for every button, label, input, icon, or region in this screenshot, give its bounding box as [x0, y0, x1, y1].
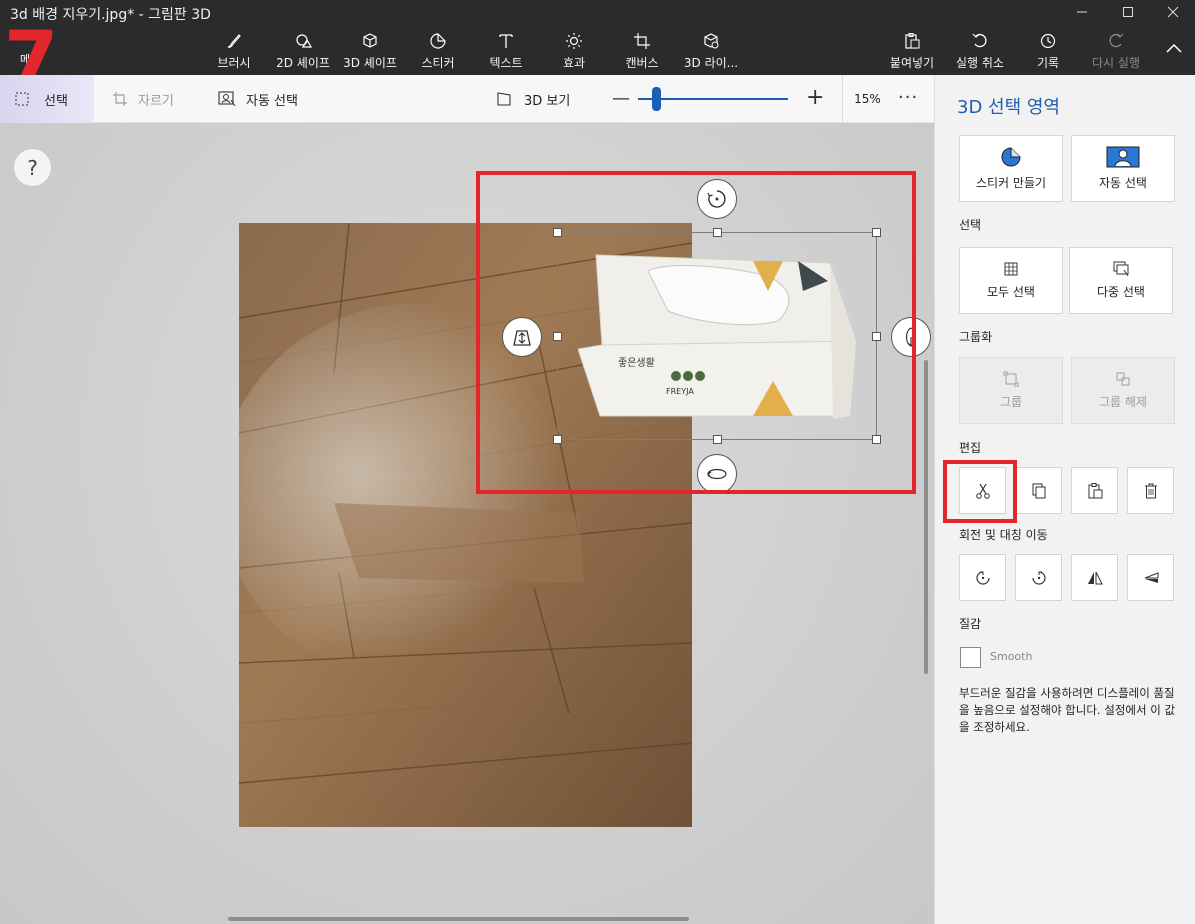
flip-horizontal-icon — [1087, 571, 1103, 584]
select-section-title: 선택 — [959, 218, 982, 232]
paste-button[interactable]: 붙여넣기 — [886, 32, 938, 72]
group-button[interactable]: 그룹 — [959, 357, 1063, 424]
rotate-left-button[interactable] — [959, 554, 1006, 601]
auto-select-card[interactable]: 자동 선택 — [1071, 135, 1175, 202]
more-options-button[interactable]: ··· — [898, 87, 918, 108]
canvas-icon — [634, 33, 650, 49]
copy-icon — [1032, 483, 1045, 498]
texture-section-title: 질감 — [959, 617, 982, 631]
horizontal-scrollbar[interactable] — [228, 917, 689, 921]
zoom-in-button[interactable]: + — [806, 85, 824, 110]
library-3d-icon — [704, 33, 719, 49]
copy-button[interactable] — [1015, 467, 1062, 514]
tool-effects[interactable]: 효과 — [554, 32, 594, 72]
side-panel: 3D 선택 영역 스티커 만들기 자동 선택 선택 모두 선택 다중 선택 그룹… — [934, 75, 1195, 924]
close-button[interactable] — [1150, 0, 1195, 24]
minimize-button[interactable] — [1059, 0, 1105, 24]
smooth-label: Smooth — [990, 650, 1033, 663]
rotate-right-icon — [1031, 570, 1046, 585]
tool-text[interactable]: 텍스트 — [486, 32, 526, 72]
shapes-2d-icon — [296, 34, 312, 48]
select-label: 선택 — [44, 93, 68, 109]
history-button[interactable]: 기록 — [1030, 32, 1066, 72]
minimize-icon — [1077, 11, 1087, 13]
select-all-button[interactable]: 모두 선택 — [959, 247, 1063, 314]
tool-3d-library[interactable]: 3D 라이... — [682, 32, 740, 72]
flip-horizontal-button[interactable] — [1071, 554, 1118, 601]
rotate-left-icon — [975, 570, 990, 585]
canvas-area[interactable]: ? 좋은생활 FREYJA — [0, 123, 934, 924]
ungroup-icon — [1116, 372, 1130, 386]
paste-panel-button[interactable] — [1071, 467, 1118, 514]
cube-icon — [363, 33, 377, 48]
make-sticker-button[interactable]: 스티커 만들기 — [959, 135, 1063, 202]
redo-button[interactable]: 다시 실행 — [1088, 32, 1144, 72]
title-ribbon-bar: 3d 배경 지우기.jpg* - 그림판 3D 메뉴 브러시 2D 셰이프 3D… — [0, 0, 1195, 100]
paste-icon — [905, 33, 920, 49]
selection-toolbar: 선택 자르기 자동 선택 3D 보기 — + 15% ··· — [0, 75, 934, 123]
undo-icon — [972, 33, 987, 48]
auto-select-button[interactable]: 자동 선택 — [218, 75, 298, 123]
tool-canvas[interactable]: 캔버스 — [620, 32, 664, 72]
auto-select-icon — [218, 91, 236, 107]
sticker-icon — [430, 33, 446, 49]
highlight-cut-annotation — [943, 460, 1017, 523]
group-section-title: 그룹화 — [959, 330, 993, 344]
view-3d-button[interactable]: 3D 보기 — [496, 75, 570, 123]
flip-vertical-button[interactable] — [1127, 554, 1174, 601]
multi-select-button[interactable]: 다중 선택 — [1069, 247, 1173, 314]
zoom-slider-thumb[interactable] — [652, 87, 661, 111]
crop-button[interactable]: 자르기 — [112, 75, 174, 123]
delete-button[interactable] — [1127, 467, 1174, 514]
history-icon — [1040, 33, 1056, 49]
text-icon — [499, 34, 513, 48]
panel-title: 3D 선택 영역 — [957, 97, 1060, 118]
rotate-section-title: 회전 및 대칭 이동 — [959, 528, 1048, 542]
multi-select-icon — [1113, 261, 1129, 277]
tool-brush[interactable]: 브러시 — [214, 32, 254, 72]
auto-select-icon — [1106, 146, 1140, 168]
brush-icon — [227, 34, 241, 48]
select-all-icon — [1004, 262, 1018, 276]
highlight-selection-annotation — [476, 171, 916, 494]
zoom-out-button[interactable]: — — [612, 88, 630, 109]
zoom-value[interactable]: 15% — [842, 75, 892, 123]
select-tool-button[interactable]: 선택 — [0, 75, 94, 123]
tool-sticker[interactable]: 스티커 — [418, 32, 458, 72]
make-sticker-icon — [1001, 147, 1021, 167]
effects-icon — [566, 33, 582, 49]
edit-section-title: 편집 — [959, 441, 982, 455]
tool-2d-shapes[interactable]: 2D 셰이프 — [272, 32, 334, 72]
maximize-icon — [1123, 7, 1133, 17]
ungroup-button[interactable]: 그룹 해제 — [1071, 357, 1175, 424]
smooth-note: 부드러운 질감을 사용하려면 디스플레이 품질을 높음으로 설정해야 합니다. … — [959, 686, 1176, 734]
crop-icon — [113, 92, 127, 106]
smooth-checkbox[interactable] — [960, 647, 981, 668]
tool-3d-shapes[interactable]: 3D 셰이프 — [341, 32, 399, 72]
delete-icon — [1144, 483, 1157, 498]
undo-button[interactable]: 실행 취소 — [952, 32, 1008, 72]
collapse-ribbon-icon[interactable] — [1165, 42, 1183, 54]
maximize-button[interactable] — [1105, 0, 1151, 24]
paste-icon — [1088, 482, 1102, 498]
group-icon — [1003, 371, 1019, 387]
view-3d-icon — [497, 92, 511, 106]
close-icon — [1167, 6, 1179, 18]
select-icon — [15, 92, 29, 106]
redo-icon — [1109, 33, 1124, 48]
flip-vertical-icon — [1144, 571, 1158, 583]
vertical-scrollbar[interactable] — [924, 360, 928, 674]
rotate-right-button[interactable] — [1015, 554, 1062, 601]
help-button[interactable]: ? — [13, 148, 52, 187]
